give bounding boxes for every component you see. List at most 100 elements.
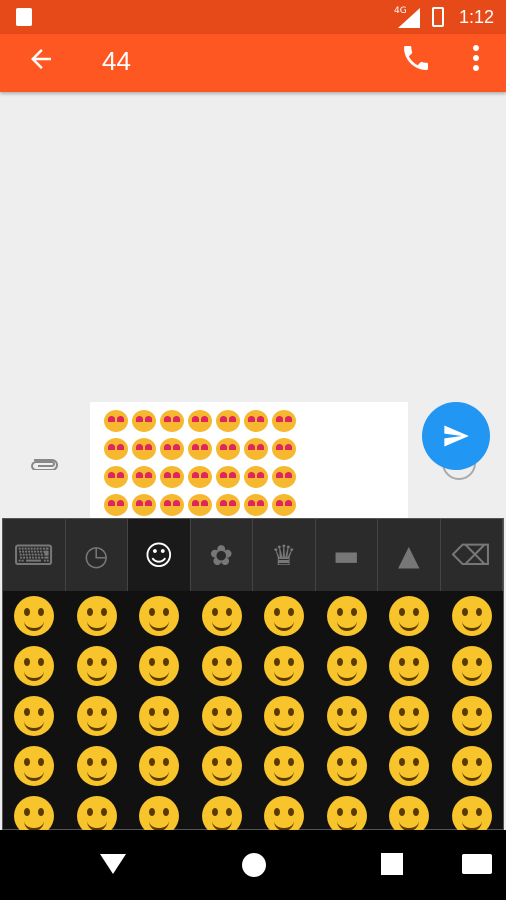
navigation-bar — [0, 830, 506, 900]
emoji-mouth — [461, 618, 482, 631]
emoji-key[interactable] — [389, 746, 430, 786]
clock-icon[interactable]: ◷ — [65, 519, 128, 591]
emoji-key[interactable] — [76, 596, 117, 636]
emoji-mouth — [86, 768, 107, 781]
emoji-key[interactable] — [201, 796, 242, 831]
smiley-icon[interactable]: ☺ — [128, 519, 191, 591]
emoji-key[interactable] — [451, 796, 492, 831]
keyboard-switch-icon[interactable] — [462, 854, 492, 878]
backspace-icon[interactable]: ⌫ — [440, 519, 503, 591]
keyboard-icon[interactable]: ⌨ — [3, 519, 66, 591]
crown-icon[interactable]: ♛ — [253, 519, 316, 591]
attach-icon[interactable] — [30, 450, 62, 471]
back-nav-icon[interactable] — [100, 852, 126, 880]
home-nav-icon[interactable] — [241, 852, 267, 882]
emoji-key[interactable] — [76, 796, 117, 831]
emoji-key[interactable] — [201, 696, 242, 736]
heart-eyes-emoji — [244, 494, 268, 516]
recents-nav-icon[interactable] — [381, 853, 403, 879]
heart-eyes-emoji — [272, 438, 296, 460]
emoji-mouth — [211, 668, 232, 681]
emoji-mouth — [149, 718, 170, 731]
more-vert-icon[interactable] — [470, 42, 482, 74]
emoji-key[interactable] — [14, 796, 55, 831]
emoji-key[interactable] — [389, 796, 430, 831]
emoji-key[interactable] — [14, 646, 55, 686]
heart-eyes-emoji — [104, 494, 128, 516]
emoji-key[interactable] — [139, 796, 180, 831]
emoji-key[interactable] — [389, 596, 430, 636]
emoji-mouth — [336, 768, 357, 781]
emoji-key[interactable] — [14, 696, 55, 736]
emoji-key[interactable] — [76, 646, 117, 686]
heart-eyes-emoji — [132, 494, 156, 516]
emoji-key[interactable] — [201, 596, 242, 636]
heart-eyes-emoji — [104, 466, 128, 488]
emoji-row — [3, 741, 503, 791]
triangle-icon[interactable]: ▲ — [378, 519, 441, 591]
heart-eyes-emoji — [216, 410, 240, 432]
emoji-key[interactable] — [139, 596, 180, 636]
send-icon[interactable] — [422, 402, 490, 470]
heart-eyes-emoji — [272, 410, 296, 432]
emoji-mouth — [86, 618, 107, 631]
emoji-mouth — [274, 618, 295, 631]
flower-icon[interactable]: ✿ — [190, 519, 253, 591]
back-arrow-icon[interactable] — [26, 44, 56, 74]
emoji-key[interactable] — [264, 746, 305, 786]
emoji-row — [3, 591, 503, 641]
emoji-mouth — [24, 718, 45, 731]
emoji-key[interactable] — [326, 796, 367, 831]
emoji-key[interactable] — [326, 646, 367, 686]
emoji-key[interactable] — [264, 696, 305, 736]
emoji-key[interactable] — [451, 746, 492, 786]
message-input[interactable] — [90, 402, 476, 518]
heart-eyes-emoji — [160, 466, 184, 488]
emoji-key[interactable] — [76, 746, 117, 786]
heart-eyes-emoji — [132, 410, 156, 432]
phone-icon[interactable] — [400, 42, 432, 74]
emoji-key[interactable] — [326, 746, 367, 786]
emoji-key[interactable] — [14, 746, 55, 786]
emoji-mouth — [336, 618, 357, 631]
heart-eyes-emoji — [104, 438, 128, 460]
heart-eyes-emoji — [272, 494, 296, 516]
emoji-key[interactable] — [389, 646, 430, 686]
emoji-mouth — [336, 718, 357, 731]
status-time: 1:12 — [458, 7, 494, 27]
emoji-key[interactable] — [139, 696, 180, 736]
battery-icon — [432, 7, 444, 27]
emoji-key[interactable] — [326, 696, 367, 736]
emoji-key[interactable] — [264, 596, 305, 636]
emoji-mouth — [274, 668, 295, 681]
emoji-mouth — [149, 618, 170, 631]
compose-area — [0, 400, 506, 518]
emoji-mouth — [24, 618, 45, 631]
emoji-key[interactable] — [139, 746, 180, 786]
emoji-key[interactable] — [451, 596, 492, 636]
emoji-key[interactable] — [201, 646, 242, 686]
car-icon[interactable]: ▬ — [315, 519, 378, 591]
emoji-key[interactable] — [14, 596, 55, 636]
emoji-mouth — [399, 718, 420, 731]
heart-eyes-emoji — [188, 466, 212, 488]
emoji-mouth — [86, 668, 107, 681]
emoji-key[interactable] — [264, 646, 305, 686]
emoji-mouth — [399, 668, 420, 681]
heart-eyes-emoji — [216, 494, 240, 516]
emoji-key[interactable] — [451, 646, 492, 686]
emoji-key[interactable] — [389, 696, 430, 736]
emoji-key[interactable] — [201, 746, 242, 786]
emoji-key[interactable] — [264, 796, 305, 831]
emoji-key[interactable] — [326, 596, 367, 636]
emoji-mouth — [336, 668, 357, 681]
heart-eyes-emoji — [272, 466, 296, 488]
emoji-key[interactable] — [139, 646, 180, 686]
emoji-grid — [3, 591, 503, 831]
heart-eyes-emoji — [160, 410, 184, 432]
emoji-key[interactable] — [76, 696, 117, 736]
emoji-key[interactable] — [451, 696, 492, 736]
heart-eyes-emoji — [132, 438, 156, 460]
heart-eyes-emoji — [244, 410, 268, 432]
emoji-mouth — [399, 618, 420, 631]
